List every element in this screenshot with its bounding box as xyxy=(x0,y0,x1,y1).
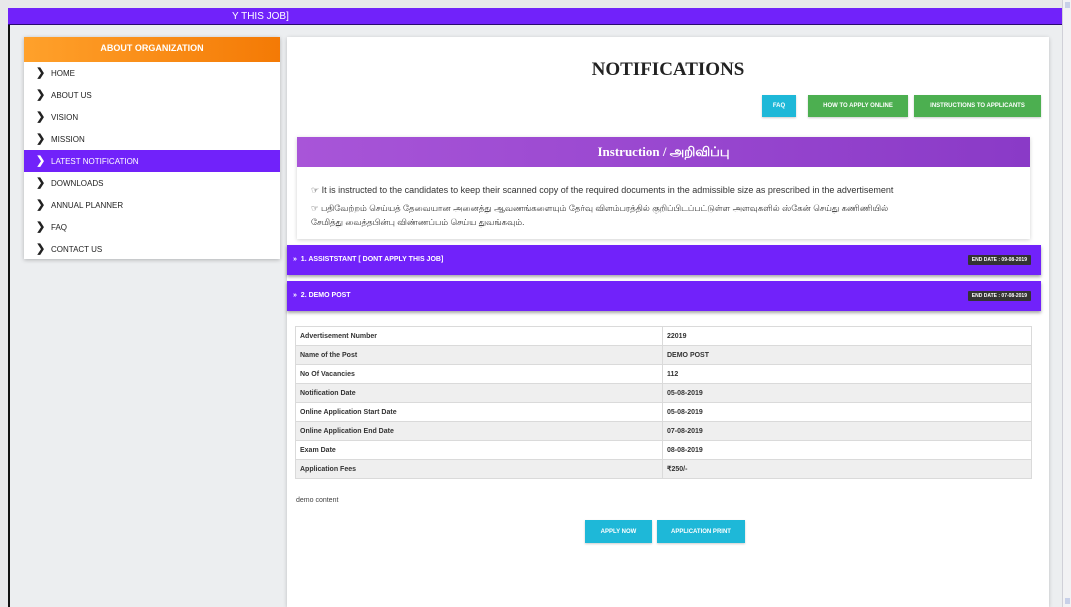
chevron-right-icon: ❯ xyxy=(36,243,46,255)
instruction-tamil: ☞ பதிவேற்றம் செய்யத் தேவையான அனைத்து ஆவண… xyxy=(311,203,888,215)
scroll-up-arrow[interactable] xyxy=(1065,2,1070,8)
instruction-english-text: It is instructed to the candidates to ke… xyxy=(321,185,894,195)
chevron-right-icon: ❯ xyxy=(36,133,46,145)
sidebar-item-faq[interactable]: ❯ FAQ xyxy=(24,216,280,238)
ticker-text: Y THIS JOB] xyxy=(232,11,289,22)
detail-value: 22019 xyxy=(662,326,1032,346)
table-row: Online Application End Date 07-08-2019 xyxy=(295,421,1032,441)
detail-value: ₹250/- xyxy=(662,459,1032,479)
detail-value: DEMO POST xyxy=(662,345,1032,365)
table-row: Application Fees ₹250/- xyxy=(295,459,1032,479)
sidebar-item-home[interactable]: ❯ HOME xyxy=(24,62,280,84)
chevron-right-icon: ❯ xyxy=(36,177,46,189)
end-date-badge: END DATE : 09-08-2019 xyxy=(967,255,1031,265)
detail-label: Advertisement Number xyxy=(295,326,663,346)
detail-label: Online Application Start Date xyxy=(295,402,663,422)
post-accordion-2[interactable]: » 2. DEMO POST END DATE : 07-08-2019 xyxy=(287,281,1041,311)
detail-value: 05-08-2019 xyxy=(662,402,1032,422)
table-row: Notification Date 05-08-2019 xyxy=(295,383,1032,403)
table-row: No Of Vacancies 112 xyxy=(295,364,1032,384)
instruction-tamil-text: பதிவேற்றம் செய்யத் தேவையான அனைத்து ஆவணங்… xyxy=(320,203,889,213)
detail-label: No Of Vacancies xyxy=(295,364,663,384)
chevron-right-icon: ❯ xyxy=(36,67,46,79)
chevron-right-icon: ❯ xyxy=(36,155,46,167)
detail-label: Notification Date xyxy=(295,383,663,403)
hand-pointer-icon: ☞ xyxy=(311,185,322,195)
sidebar-item-label: FAQ xyxy=(51,222,68,232)
detail-value: 07-08-2019 xyxy=(662,421,1032,441)
sidebar-heading: ABOUT ORGANIZATION xyxy=(24,37,280,62)
page-title: NOTIFICATIONS xyxy=(591,59,745,80)
table-row: Name of the Post DEMO POST xyxy=(295,345,1032,365)
post-title: » 1. ASSISTSTANT [ DONT APPLY THIS JOB] xyxy=(293,256,444,263)
sidebar-item-label: HOME xyxy=(51,68,75,78)
detail-label: Name of the Post xyxy=(295,345,663,365)
detail-label: Online Application End Date xyxy=(295,421,663,441)
instruction-card: Instruction / அறிவிப்பு ☞ It is instruct… xyxy=(297,137,1030,239)
chevron-right-icon: ❯ xyxy=(36,89,46,101)
apply-now-button[interactable]: APPLY NOW xyxy=(585,520,652,543)
scroll-down-arrow[interactable] xyxy=(1065,598,1070,604)
chevron-right-icon: ❯ xyxy=(36,111,46,123)
faq-button[interactable]: FAQ xyxy=(762,95,796,117)
sidebar-item-label: DOWNLOADS xyxy=(51,178,104,188)
sidebar-item-label: MISSION xyxy=(51,134,85,144)
instruction-english: ☞ It is instructed to the candidates to … xyxy=(311,185,893,196)
sidebar-item-annual-planner[interactable]: ❯ ANNUAL PLANNER xyxy=(24,194,280,216)
sidebar-item-label: CONTACT US xyxy=(51,244,103,254)
sidebar: ABOUT ORGANIZATION ❯ HOME ❯ ABOUT US ❯ VISI… xyxy=(24,37,280,259)
sidebar-item-mission[interactable]: ❯ MISSION xyxy=(24,128,280,150)
application-print-button[interactable]: APPLICATION PRINT xyxy=(657,520,745,543)
sidebar-item-latest-notification[interactable]: ❯ LATEST NOTIFICATION xyxy=(24,150,280,172)
detail-value: 05-08-2019 xyxy=(662,383,1032,403)
detail-label: Application Fees xyxy=(295,459,663,479)
sidebar-item-downloads[interactable]: ❯ DOWNLOADS xyxy=(24,172,280,194)
table-row: Advertisement Number 22019 xyxy=(295,326,1032,346)
news-ticker[interactable]: Y THIS JOB] xyxy=(8,8,1062,25)
sidebar-item-label: ANNUAL PLANNER xyxy=(51,200,124,210)
table-row: Online Application Start Date 05-08-2019 xyxy=(295,402,1032,422)
detail-value: 08-08-2019 xyxy=(662,440,1032,460)
sidebar-item-contact-us[interactable]: ❯ CONTACT US xyxy=(24,238,280,260)
sidebar-item-label: VISION xyxy=(51,112,79,122)
detail-label: Exam Date xyxy=(295,440,663,460)
scrollbar[interactable] xyxy=(1062,0,1071,607)
post-accordion-1[interactable]: » 1. ASSISTSTANT [ DONT APPLY THIS JOB] … xyxy=(287,245,1041,275)
instruction-tamil-line2: சேமித்து வைத்தபின்பு விண்ணப்பம் செய்ய து… xyxy=(311,217,525,227)
instruction-heading: Instruction / அறிவிப்பு xyxy=(297,137,1030,167)
post-title: » 2. DEMO POST xyxy=(293,292,351,299)
post-description: demo content xyxy=(296,497,339,504)
sidebar-item-vision[interactable]: ❯ VISION xyxy=(24,106,280,128)
table-row: Exam Date 08-08-2019 xyxy=(295,440,1032,460)
sidebar-item-label: ABOUT US xyxy=(51,90,92,100)
sidebar-item-about-us[interactable]: ❯ ABOUT US xyxy=(24,84,280,106)
how-to-apply-button[interactable]: HOW TO APPLY ONLINE xyxy=(808,95,908,117)
sidebar-item-label: LATEST NOTIFICATION xyxy=(51,156,139,166)
chevron-right-icon: ❯ xyxy=(36,199,46,211)
detail-value: 112 xyxy=(662,364,1032,384)
hand-pointer-icon: ☞ xyxy=(311,203,321,213)
main-panel: NOTIFICATIONS FAQ HOW TO APPLY ONLINE IN… xyxy=(287,37,1049,607)
instructions-button[interactable]: INSTRUCTIONS TO APPLICANTS xyxy=(914,95,1041,117)
chevron-right-icon: ❯ xyxy=(36,221,46,233)
post-details-table: Advertisement Number 22019 Name of the Po… xyxy=(295,326,1032,479)
end-date-badge: END DATE : 07-08-2019 xyxy=(967,291,1031,301)
